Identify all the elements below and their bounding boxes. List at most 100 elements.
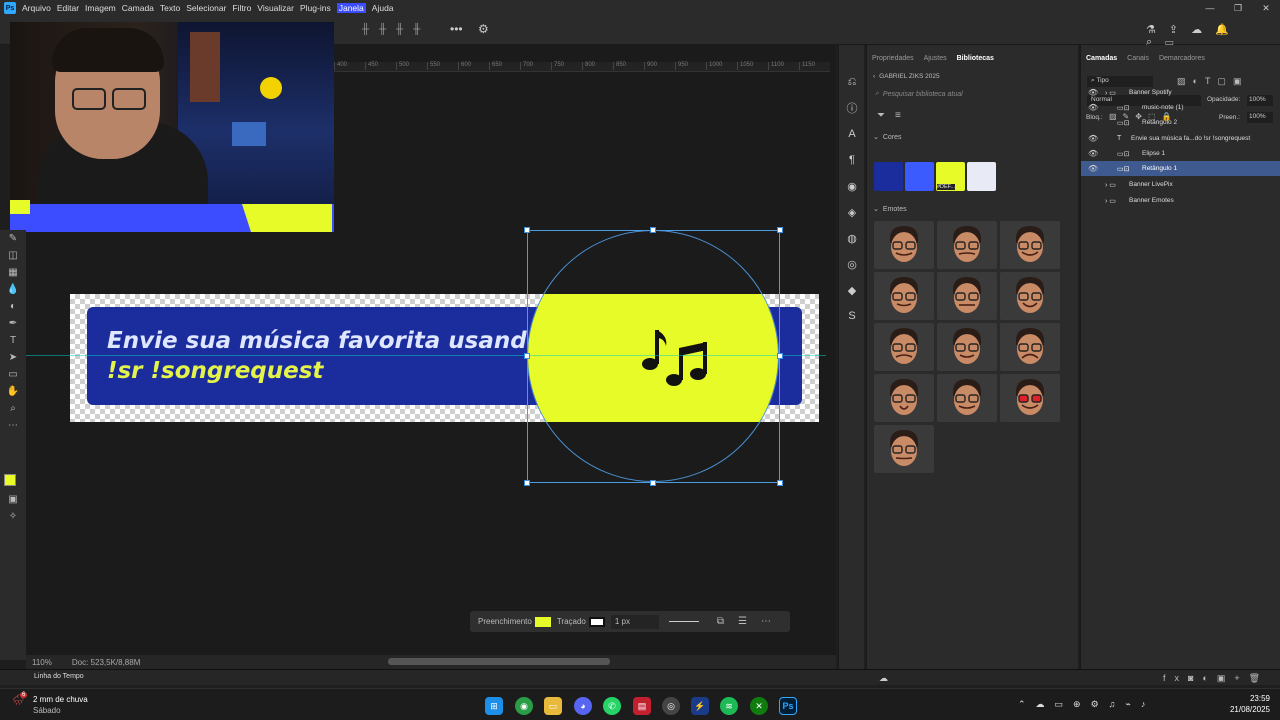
library-name[interactable]: GABRIEL ZIKS 2025: [879, 73, 939, 80]
tab-libraries[interactable]: Bibliotecas: [952, 55, 999, 62]
spotify-icon[interactable]: ≋: [720, 697, 738, 715]
layer-row[interactable]: › ▭ Banner LivePix: [1081, 177, 1280, 192]
transform-handle[interactable]: [524, 353, 530, 359]
pen-tool-icon[interactable]: ✒: [0, 315, 26, 332]
transform-handle[interactable]: [650, 227, 656, 233]
layer-actions-icons[interactable]: fx◙◐▣+🗑: [1163, 673, 1269, 684]
transform-bounding-box[interactable]: [524, 227, 783, 486]
screen-mode-icon[interactable]: ▣: [0, 491, 26, 508]
gear-icon[interactable]: ⚙: [478, 22, 489, 36]
menu-selecionar[interactable]: Selecionar: [186, 3, 226, 13]
brush-tool-icon[interactable]: ✎: [0, 230, 26, 247]
duplicate-icon[interactable]: ⧉: [717, 616, 724, 627]
emote-item[interactable]: [874, 425, 934, 473]
menu-imagem[interactable]: Imagem: [85, 3, 116, 13]
menu-editar[interactable]: Editar: [57, 3, 79, 13]
emote-item[interactable]: [1000, 221, 1060, 269]
emote-item[interactable]: [874, 272, 934, 320]
tab-paths[interactable]: Demarcadores: [1154, 55, 1210, 62]
chrome-icon[interactable]: ◉: [515, 697, 533, 715]
gradient-tool-icon[interactable]: ▦: [0, 264, 26, 281]
layer-row[interactable]: 👁 ▭⊡ Retângulo 1: [1081, 161, 1280, 176]
emote-item[interactable]: [937, 374, 997, 422]
plugin-icon[interactable]: ◍: [839, 225, 865, 251]
xbox-icon[interactable]: ✕: [750, 697, 768, 715]
horizontal-scrollbar[interactable]: [388, 658, 610, 665]
tab-layers[interactable]: Camadas: [1081, 55, 1122, 62]
emotes-section-header[interactable]: ⌄ Emotes: [873, 205, 907, 214]
cloud-icon[interactable]: ☁: [879, 673, 888, 684]
file-explorer-icon[interactable]: ▭: [544, 697, 562, 715]
layer-row[interactable]: ▭⊡ Retângulo 2: [1081, 115, 1280, 130]
windows-start-icon[interactable]: ⊞: [485, 697, 503, 715]
whatsapp-icon[interactable]: ✆: [603, 697, 621, 715]
more-icon[interactable]: ⋯: [761, 616, 771, 627]
banner-text-line-2[interactable]: !sr !songrequest: [107, 358, 323, 384]
library-search[interactable]: ⌕ Pesquisar biblioteca atual: [867, 82, 1078, 106]
app-icon[interactable]: ⚡: [691, 697, 709, 715]
tab-channels[interactable]: Canais: [1122, 55, 1154, 62]
transform-handle[interactable]: [650, 480, 656, 486]
emote-item[interactable]: [874, 323, 934, 371]
plugin-icon[interactable]: ◎: [839, 251, 865, 277]
foreground-color-swatch[interactable]: [4, 474, 16, 486]
weather-text[interactable]: 2 mm de chuva: [33, 695, 88, 704]
timeline-label[interactable]: Linha do Tempo: [34, 673, 84, 680]
tray-icons[interactable]: ⌃☁▭⊕⚙♫⌁♪: [1018, 699, 1155, 710]
sort-icon[interactable]: ≡: [895, 110, 901, 121]
hand-tool-icon[interactable]: ✋: [0, 383, 26, 400]
color-swatch[interactable]: [905, 162, 934, 191]
generative-icon[interactable]: ✧: [0, 508, 26, 525]
layer-row[interactable]: 👁 › ▭ Banner Spotify: [1081, 85, 1280, 100]
layer-row[interactable]: 👁 ▭⊡ music-note (1): [1081, 100, 1280, 115]
dodge-tool-icon[interactable]: ◐: [0, 298, 26, 315]
stroke-color-swatch[interactable]: [588, 616, 605, 627]
layer-row[interactable]: 👁 ▭⊡ Elipse 1: [1081, 146, 1280, 161]
type-tool-icon[interactable]: T: [0, 332, 26, 349]
banner-text-line-1[interactable]: Envie sua música favorita usando: [107, 328, 543, 354]
shape-tool-icon[interactable]: ▭: [0, 366, 26, 383]
search-input[interactable]: Pesquisar biblioteca atual: [883, 91, 963, 98]
layer-row[interactable]: › ▭ Banner Emotes: [1081, 193, 1280, 208]
transform-handle[interactable]: [777, 227, 783, 233]
tab-properties[interactable]: Propriedades: [867, 55, 919, 62]
eye-icon[interactable]: 👁: [1088, 88, 1098, 97]
color-swatch[interactable]: #DEF...: [936, 162, 965, 191]
menu-arquivo[interactable]: Arquivo: [22, 3, 51, 13]
colors-section-header[interactable]: ⌄ Cores: [867, 125, 1078, 149]
more-options-icon[interactable]: •••: [450, 22, 463, 36]
menu-filtro[interactable]: Filtro: [232, 3, 251, 13]
eye-icon[interactable]: 👁: [1088, 164, 1098, 173]
obs-icon[interactable]: ◎: [662, 697, 680, 715]
maximize-icon[interactable]: ❐: [1224, 3, 1252, 14]
emote-item[interactable]: [874, 374, 934, 422]
transform-handle[interactable]: [524, 227, 530, 233]
menu-texto[interactable]: Texto: [160, 3, 180, 13]
color-swatch[interactable]: [874, 162, 903, 191]
eye-icon[interactable]: 👁: [1088, 103, 1098, 112]
menu-plugins[interactable]: Plug-ins: [300, 3, 331, 13]
emote-item[interactable]: [937, 323, 997, 371]
menu-visualizar[interactable]: Visualizar: [257, 3, 294, 13]
plugin-icon[interactable]: ◉: [839, 173, 865, 199]
eye-icon[interactable]: 👁: [1088, 149, 1098, 158]
clock-date[interactable]: 21/08/2025: [1216, 705, 1270, 714]
menu-camada[interactable]: Camada: [122, 3, 154, 13]
close-icon[interactable]: ✕: [1252, 3, 1280, 14]
plugin-icon[interactable]: ◈: [839, 199, 865, 225]
filter-icon[interactable]: ⏷: [877, 110, 885, 121]
clock-time[interactable]: 23:59: [1226, 694, 1270, 703]
minimize-icon[interactable]: —: [1196, 3, 1224, 13]
menu-janela[interactable]: Janela: [336, 3, 366, 13]
emote-item[interactable]: [937, 221, 997, 269]
layer-row[interactable]: 👁 T Envie sua música fa...do !sr !songrequ…: [1081, 131, 1280, 146]
emote-item[interactable]: [1000, 323, 1060, 371]
edit-toolbar-icon[interactable]: ⋯: [0, 417, 26, 434]
stroke-style-select[interactable]: [668, 621, 699, 622]
color-swatch[interactable]: [967, 162, 996, 191]
back-icon[interactable]: ‹: [873, 73, 875, 80]
menu-ajuda[interactable]: Ajuda: [372, 3, 394, 13]
align-icons[interactable]: ╫╫╫╫: [362, 24, 430, 35]
plugin-icon[interactable]: ◆: [839, 277, 865, 303]
app-icon[interactable]: ▤: [633, 697, 651, 715]
